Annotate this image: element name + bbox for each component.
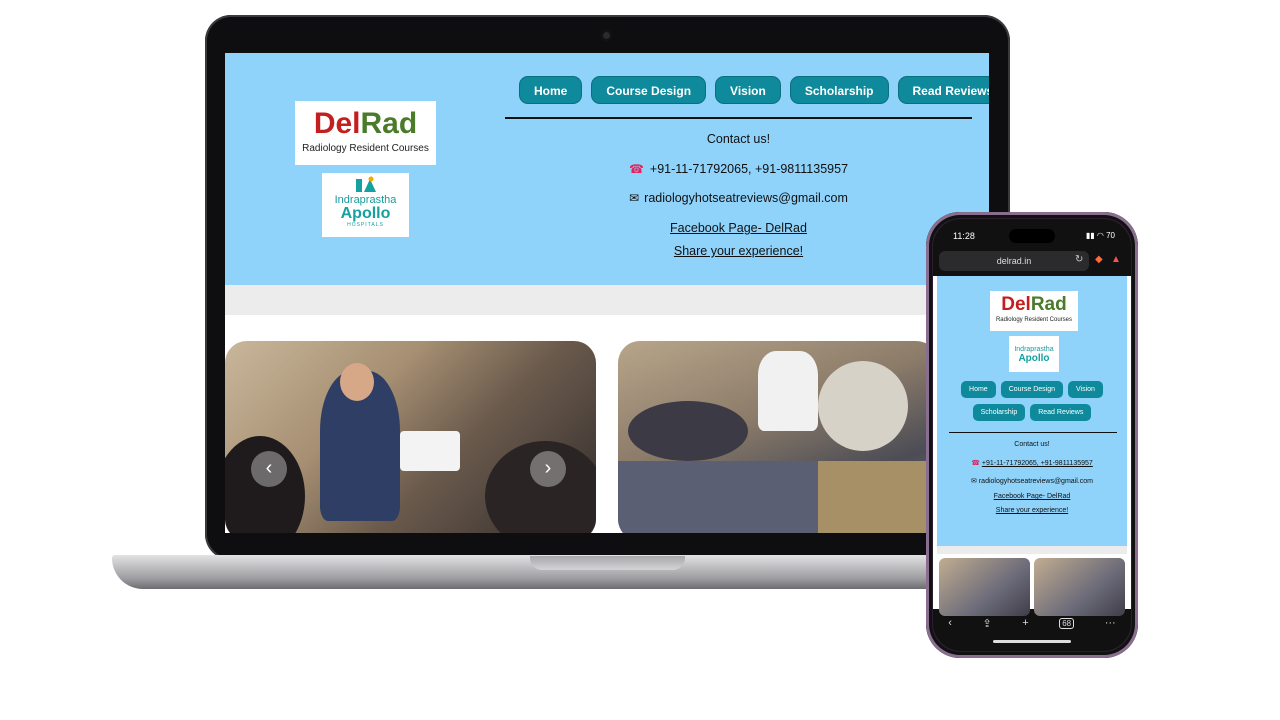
phone-logo-del: Del xyxy=(1001,294,1031,315)
main-nav: Home Course Design Vision Scholarship Re… xyxy=(519,76,989,104)
phone-apollo-logo: Indraprastha Apollo xyxy=(1009,336,1059,372)
phone-delrad-logo[interactable]: DelRad Radiology Resident Courses xyxy=(990,291,1078,331)
apollo-line2: Apollo xyxy=(340,205,391,222)
phone-logo-subtitle: Radiology Resident Courses xyxy=(995,317,1073,323)
nav-vision-button[interactable]: Vision xyxy=(715,76,781,104)
tabs-count-icon[interactable]: 68 xyxy=(1059,617,1075,629)
phone-nav-course-design[interactable]: Course Design xyxy=(1000,381,1064,398)
phone-email-text: radiologyhotseatreviews@gmail.com xyxy=(978,478,1093,485)
phone-nav-scholarship[interactable]: Scholarship xyxy=(972,404,1026,421)
phone-screen: 11:28 ▮▮ ◠ 70 delrad.in ↻ ◆ ▲ DelRad Rad… xyxy=(933,219,1131,651)
phone-header-divider xyxy=(949,432,1117,433)
nav-course-design-button[interactable]: Course Design xyxy=(591,76,707,104)
delrad-logo[interactable]: DelRad Radiology Resident Courses xyxy=(295,101,436,165)
phone-photo-1 xyxy=(939,558,1030,616)
phone-icon: ☎ xyxy=(628,162,644,176)
mail-icon: ✉ xyxy=(629,191,640,205)
section-separator xyxy=(225,285,989,315)
brave-shield-icon[interactable]: ◆ xyxy=(1095,254,1103,265)
phone-apollo-line2: Apollo xyxy=(1018,353,1050,364)
nav-home-button[interactable]: Home xyxy=(519,76,583,104)
header-divider xyxy=(505,117,972,119)
email-text: radiologyhotseatreviews@gmail.com xyxy=(644,191,848,205)
carousel-prev-button[interactable]: ‹ xyxy=(251,451,287,487)
back-icon[interactable]: ‹ xyxy=(948,617,952,629)
phone-webpage: DelRad Radiology Resident Courses Indrap… xyxy=(933,276,1131,616)
phone-share-link[interactable]: Share your experience! xyxy=(937,507,1127,514)
phone-url-bar[interactable]: delrad.in xyxy=(939,251,1089,271)
carousel-next-button[interactable]: › xyxy=(530,451,566,487)
phone-nav-read-reviews[interactable]: Read Reviews xyxy=(1030,404,1092,421)
phone-photo-strip xyxy=(939,558,1125,616)
phone-logo-rad: Rad xyxy=(1030,294,1067,315)
phone-photo-2 xyxy=(1034,558,1125,616)
laptop-camera xyxy=(601,30,612,41)
more-menu-icon[interactable]: ··· xyxy=(1105,617,1116,629)
logo-rad-text: Rad xyxy=(360,107,418,140)
apollo-logo: Indraprastha Apollo HOSPITALS xyxy=(322,173,409,237)
phone-nav-home[interactable]: Home xyxy=(961,381,996,398)
mockup-stage: DelRad Radiology Resident Courses Indrap… xyxy=(0,0,1280,720)
nav-scholarship-button[interactable]: Scholarship xyxy=(789,76,889,104)
phone-phone-text: +91-11-71792065, +91-9811135957 xyxy=(981,460,1093,467)
phone-mail-icon: ✉ xyxy=(971,478,979,485)
phone-status-bar: 11:28 ▮▮ ◠ 70 xyxy=(933,219,1131,249)
new-tab-icon[interactable]: + xyxy=(1022,617,1028,629)
rewards-triangle-icon[interactable]: ▲ xyxy=(1111,254,1121,265)
home-indicator[interactable] xyxy=(993,640,1071,643)
share-experience-link[interactable]: Share your experience! xyxy=(505,244,972,258)
phone-phone-icon: ☎ xyxy=(971,460,982,467)
phone-site-header: DelRad Radiology Resident Courses Indrap… xyxy=(937,276,1127,546)
apollo-line3: HOSPITALS xyxy=(347,222,384,228)
share-icon[interactable]: ⇪ xyxy=(982,617,991,630)
contact-email[interactable]: ✉ radiologyhotseatreviews@gmail.com xyxy=(505,191,972,205)
phone-nav-vision[interactable]: Vision xyxy=(1068,381,1103,398)
carousel-photo-workshop xyxy=(618,341,938,533)
phone-browser-toolbar: ‹ ⇪ + 68 ··· xyxy=(933,610,1131,636)
phone-facebook-link[interactable]: Facebook Page- DelRad xyxy=(937,493,1127,500)
dynamic-island xyxy=(1009,229,1055,243)
reload-icon[interactable]: ↻ xyxy=(1075,254,1083,265)
phone-nav-row-1: Home Course Design Vision xyxy=(937,381,1127,398)
contact-phone[interactable]: ☎ +91-11-71792065, +91-9811135957 xyxy=(505,162,972,176)
contact-heading: Contact us! xyxy=(706,132,771,146)
laptop-notch xyxy=(530,556,685,570)
logo-subtitle: Radiology Resident Courses xyxy=(302,143,429,154)
status-icons: ▮▮ ◠ 70 xyxy=(1085,231,1115,240)
facebook-link[interactable]: Facebook Page- DelRad xyxy=(505,221,972,235)
phone-contact-phone[interactable]: ☎ +91-11-71792065, +91-9811135957 xyxy=(937,459,1127,467)
site-header: DelRad Radiology Resident Courses Indrap… xyxy=(225,53,989,285)
phone-section-separator xyxy=(937,546,1127,554)
phone-contact-email[interactable]: ✉ radiologyhotseatreviews@gmail.com xyxy=(937,477,1127,485)
phone-contact-heading: Contact us! xyxy=(1014,441,1050,448)
apollo-emblem-icon xyxy=(355,176,376,192)
phone-nav-row-2: Scholarship Read Reviews xyxy=(937,404,1127,421)
carousel-photo-lecture: ‹ › xyxy=(225,341,596,533)
phone-time: 11:28 xyxy=(953,231,975,241)
logo-del-text: Del xyxy=(313,107,361,140)
nav-read-reviews-button[interactable]: Read Reviews xyxy=(897,76,989,104)
phone-text: +91-11-71792065, +91-9811135957 xyxy=(649,162,849,176)
laptop-screen: DelRad Radiology Resident Courses Indrap… xyxy=(225,53,989,533)
